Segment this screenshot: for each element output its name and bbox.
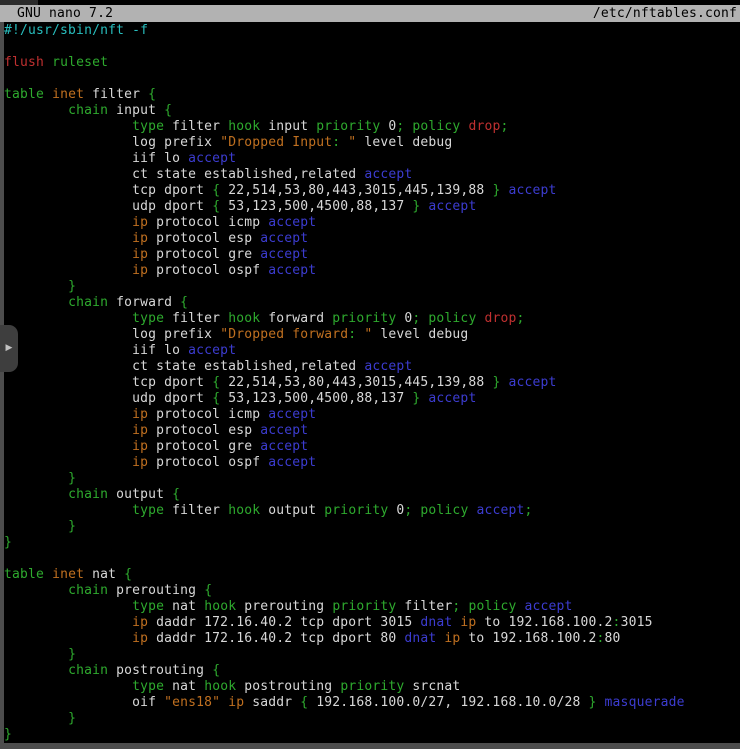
code-line: type nat hook postrouting priority srcna…: [4, 679, 740, 695]
code-line: table inet filter {: [4, 87, 740, 103]
code-line: ct state established,related accept: [4, 359, 740, 375]
code-line: ct state established,related accept: [4, 167, 740, 183]
code-line: udp dport { 53,123,500,4500,88,137 } acc…: [4, 199, 740, 215]
code-line: ip protocol icmp accept: [4, 215, 740, 231]
code-line: [4, 71, 740, 87]
code-line: ip protocol esp accept: [4, 423, 740, 439]
code-line: [4, 39, 740, 55]
window-bottom-edge: [0, 743, 740, 749]
code-line: ip protocol ospf accept: [4, 455, 740, 471]
code-line: tcp dport { 22,514,53,80,443,3015,445,13…: [4, 183, 740, 199]
code-line: [4, 551, 740, 567]
code-line: }: [4, 535, 740, 551]
code-line: ip protocol ospf accept: [4, 263, 740, 279]
nano-titlebar: GNU nano 7.2 /etc/nftables.conf: [0, 5, 740, 22]
code-line: iif lo accept: [4, 343, 740, 359]
code-line: type filter hook forward priority 0; pol…: [4, 311, 740, 327]
code-line: ip protocol esp accept: [4, 231, 740, 247]
code-line: }: [4, 279, 740, 295]
code-line: udp dport { 53,123,500,4500,88,137 } acc…: [4, 391, 740, 407]
code-line: ip protocol gre accept: [4, 247, 740, 263]
code-line: }: [4, 711, 740, 727]
code-line: ip protocol gre accept: [4, 439, 740, 455]
nano-version: GNU nano 7.2: [17, 5, 113, 22]
code-line: #!/usr/sbin/nft -f: [4, 23, 740, 39]
code-line: }: [4, 727, 740, 743]
code-line: tcp dport { 22,514,53,80,443,3015,445,13…: [4, 375, 740, 391]
code-line: log prefix "Dropped forward: " level deb…: [4, 327, 740, 343]
code-line: ip daddr 172.16.40.2 tcp dport 80 dnat i…: [4, 631, 740, 647]
code-line: chain input {: [4, 103, 740, 119]
editor-buffer[interactable]: #!/usr/sbin/nft -f flush ruleset table i…: [4, 23, 740, 743]
code-line: chain prerouting {: [4, 583, 740, 599]
code-line: iif lo accept: [4, 151, 740, 167]
code-line: log prefix "Dropped Input: " level debug: [4, 135, 740, 151]
file-path: /etc/nftables.conf: [593, 5, 737, 22]
code-line: }: [4, 519, 740, 535]
expand-arrow-icon: ▶: [6, 344, 13, 353]
code-line: flush ruleset: [4, 55, 740, 71]
code-line: type filter hook output priority 0; poli…: [4, 503, 740, 519]
code-line: ip protocol icmp accept: [4, 407, 740, 423]
code-line: chain postrouting {: [4, 663, 740, 679]
code-line: ip daddr 172.16.40.2 tcp dport 3015 dnat…: [4, 615, 740, 631]
code-line: chain forward {: [4, 295, 740, 311]
code-line: table inet nat {: [4, 567, 740, 583]
sidebar-toggle-tab[interactable]: ▶: [0, 325, 18, 372]
code-line: }: [4, 647, 740, 663]
code-line: chain output {: [4, 487, 740, 503]
code-line: oif "ens18" ip saddr { 192.168.100.0/27,…: [4, 695, 740, 711]
code-line: type nat hook prerouting priority filter…: [4, 599, 740, 615]
code-line: }: [4, 471, 740, 487]
code-line: type filter hook input priority 0; polic…: [4, 119, 740, 135]
